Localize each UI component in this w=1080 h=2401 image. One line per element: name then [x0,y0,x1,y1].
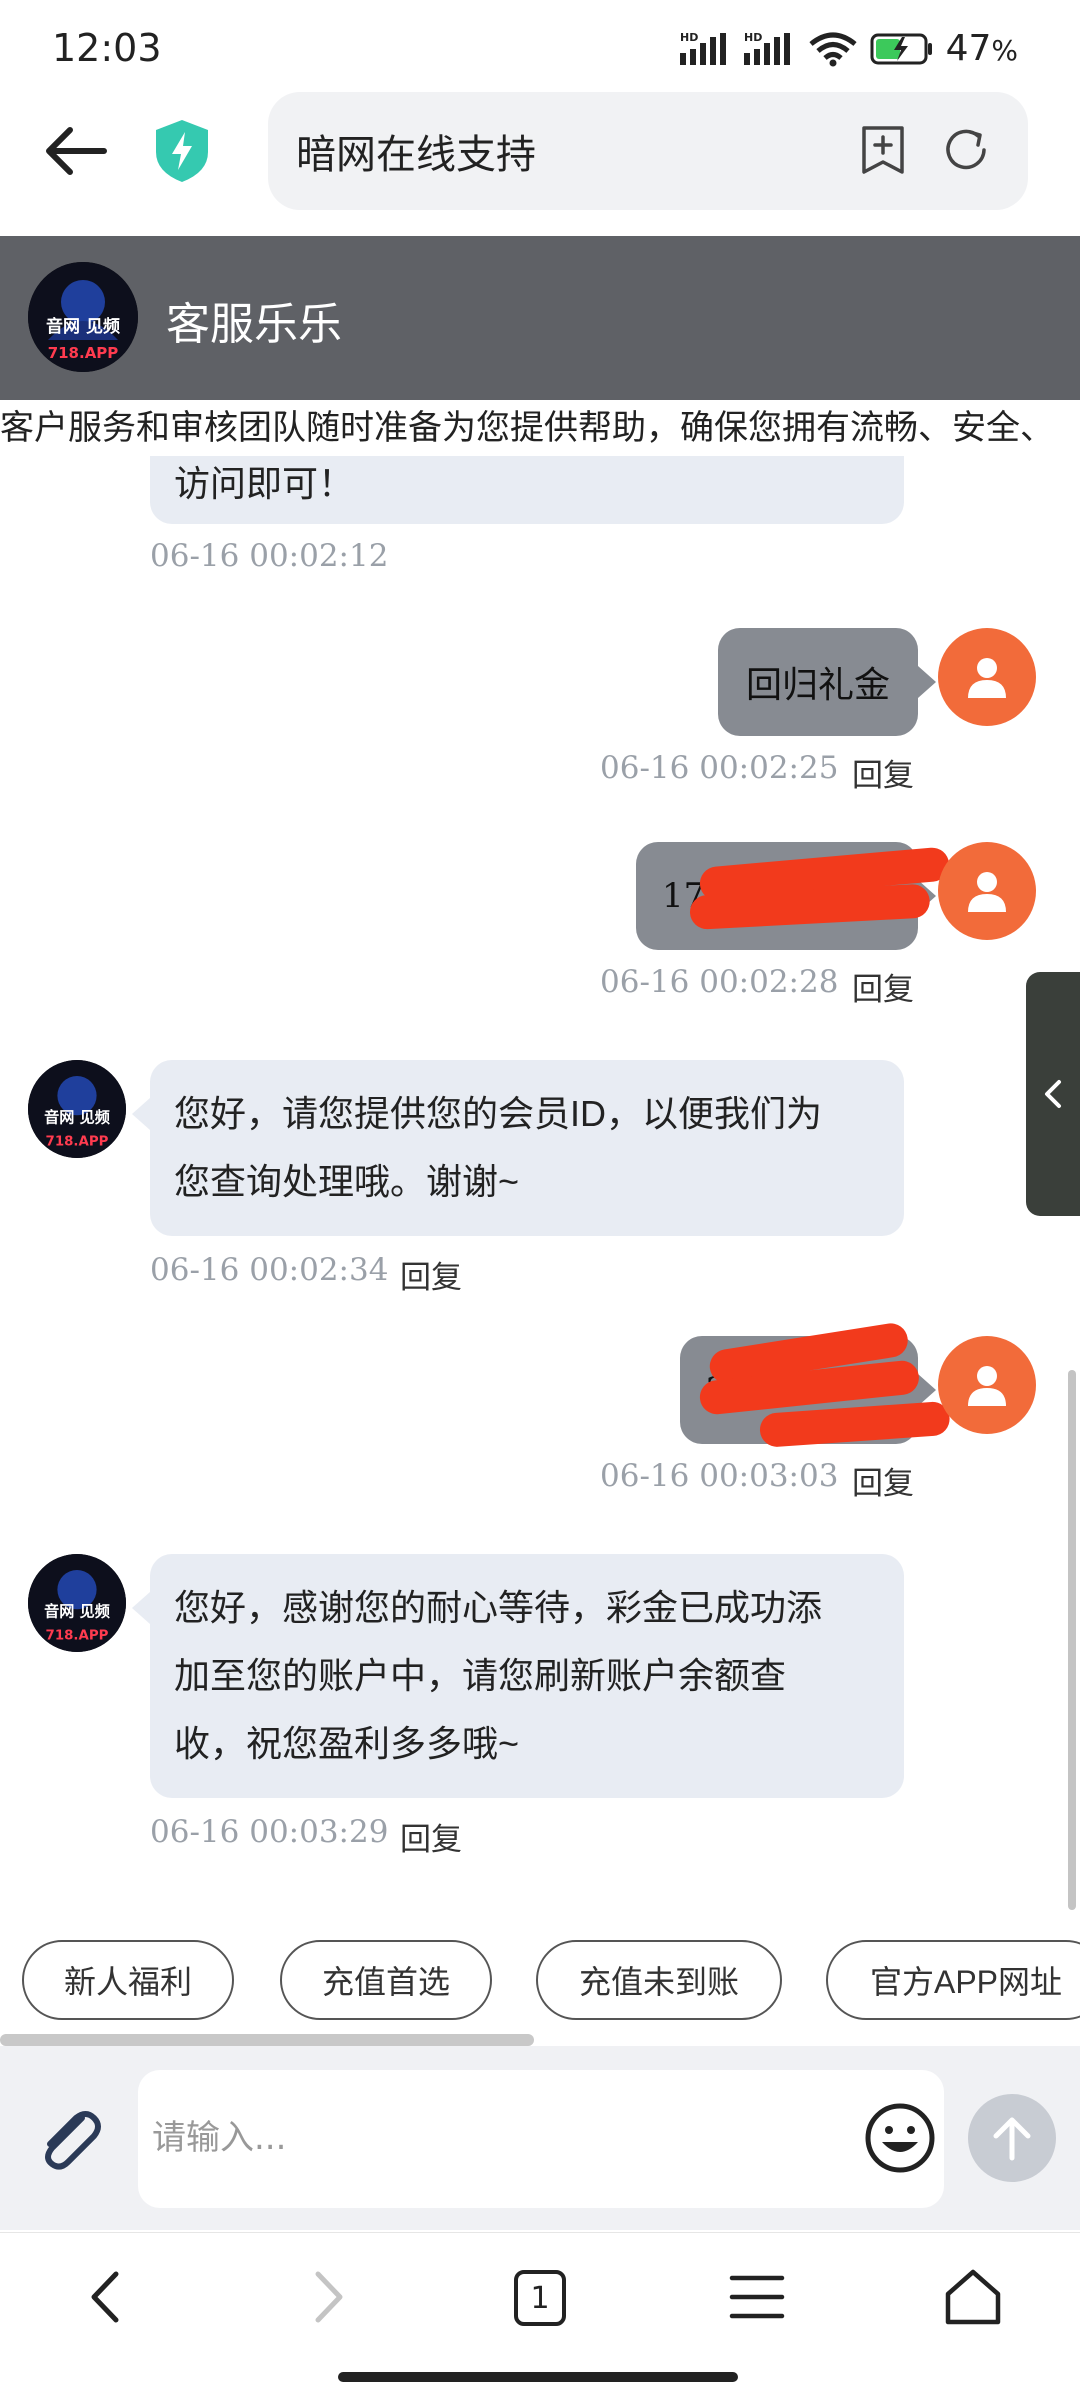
svg-text:HD: HD [744,31,762,44]
status-time: 12:03 [52,26,162,70]
quick-reply-chip[interactable]: 新人福利 [22,1940,234,2020]
message-timestamp: 06-16 00:03:03 [600,1458,839,1494]
svg-text:音网 见频: 音网 见频 [44,1602,111,1620]
user-avatar [938,842,1036,940]
reply-link[interactable]: 回复 [852,750,914,795]
chat-scrollbar[interactable] [1068,1370,1076,1910]
chat-header [0,236,1080,400]
status-indicators: HD HD 47% [679,28,1018,69]
nav-forward-icon[interactable] [292,2262,362,2332]
reply-link[interactable]: 回复 [400,1814,462,1859]
wifi-icon [808,32,857,66]
menu-icon[interactable] [722,2262,792,2332]
message-timestamp: 06-16 00:02:28 [600,964,839,1000]
security-shield-icon[interactable] [152,118,212,184]
side-drawer-tab[interactable] [1026,972,1080,1216]
quick-reply-chip[interactable]: 官方APP网址 [826,1940,1080,2020]
home-indicator[interactable] [338,2372,738,2382]
user-avatar [938,628,1036,726]
chevron-left-icon [1045,1080,1061,1108]
message-timestamp: 06-16 00:02:12 [150,538,389,574]
message-timestamp: 06-16 00:03:29 [150,1814,389,1850]
add-bookmark-icon[interactable] [858,124,908,176]
message-input-placeholder[interactable]: 请输入... [152,2110,286,2159]
message-text: 访问即可！ [174,463,355,504]
arrow-up-icon [993,2117,1031,2161]
signal-hd-icon: HD [743,31,790,65]
message-text-line: 您查询处理哦。谢谢~ [174,1161,520,1202]
message-timestamp: 06-16 00:02:25 [600,750,839,786]
svg-text:718.APP: 718.APP [46,1629,109,1644]
reply-link[interactable]: 回复 [400,1252,462,1297]
message-timestamp: 06-16 00:02:34 [150,1252,389,1288]
quick-reply-chip[interactable]: 充值首选 [280,1940,492,2020]
message-text-line: 加至您的账户中，请您刷新账户余额查 [174,1655,787,1696]
back-arrow-icon[interactable] [40,116,120,186]
home-icon[interactable] [938,2262,1008,2332]
agent-avatar: 音网 见频 718.APP [28,1554,126,1652]
emoji-icon[interactable] [862,2100,938,2176]
send-button[interactable] [968,2094,1056,2182]
quick-reply-chip[interactable]: 充值未到账 [536,1940,782,2020]
quick-reply-scrollbar[interactable] [0,2034,534,2046]
quick-reply-bar: 新人福利 充值首选 充值未到账 官方APP网址 [0,1912,1080,2040]
reload-icon[interactable] [940,124,992,176]
agent-avatar-image: 音网 见频 718.APP [28,262,138,372]
message-text-line: 您好，请您提供您的会员ID，以便我们为 [174,1093,823,1134]
message-bubble-outgoing: 回归礼金 [718,628,918,736]
attachment-icon[interactable] [30,2100,110,2180]
svg-text:音网 见频: 音网 见频 [46,316,120,337]
battery-level: 47% [945,28,1018,69]
bubble-tail [132,1098,150,1130]
agent-avatar-image: 音网 见频 718.APP [28,1060,126,1158]
message-bubble-incoming: 您好，感谢您的耐心等待，彩金已成功添 加至您的账户中，请您刷新账户余额查 收，祝… [150,1554,904,1798]
agent-avatar-image: 音网 见频 718.APP [28,1554,126,1652]
announcement-marquee: 客户服务和审核团队随时准备为您提供帮助，确保您拥有流畅、安全、 [0,400,1080,456]
message-text-line: 您好，感谢您的耐心等待，彩金已成功添 [174,1587,823,1628]
agent-name: 客服乐乐 [166,299,342,350]
svg-text:718.APP: 718.APP [48,344,119,362]
address-bar-text[interactable]: 暗网在线支持 [296,122,536,180]
user-icon [968,1366,1006,1406]
nav-back-icon[interactable] [72,2262,142,2332]
reply-link[interactable]: 回复 [852,964,914,1009]
chat-messages[interactable]: 访问即可！ 06-16 00:02:12 回归礼金 06-16 00:02:25… [0,456,1080,1910]
user-icon [968,658,1006,698]
svg-text:HD: HD [680,31,698,44]
user-avatar [938,1336,1036,1434]
bubble-tail [918,666,936,698]
message-text: 回归礼金 [745,665,890,706]
message-text-line: 收，祝您盈利多多哦~ [174,1723,520,1764]
battery-icon [870,33,932,64]
message-bubble-incoming: 您好，请您提供您的会员ID，以便我们为 您查询处理哦。谢谢~ [150,1060,904,1236]
signal-hd-icon: HD [679,31,726,65]
user-icon [968,872,1006,912]
tabs-button[interactable]: 1 [514,2270,566,2326]
agent-avatar: 音网 见频 718.APP [28,262,138,372]
svg-text:718.APP: 718.APP [46,1135,109,1150]
reply-link[interactable]: 回复 [852,1458,914,1503]
agent-avatar: 音网 见频 718.APP [28,1060,126,1158]
tab-count: 1 [530,2280,550,2316]
svg-text:音网 见频: 音网 见频 [44,1108,111,1126]
message-bubble-incoming: 访问即可！ [150,456,904,524]
bubble-tail [132,1592,150,1624]
